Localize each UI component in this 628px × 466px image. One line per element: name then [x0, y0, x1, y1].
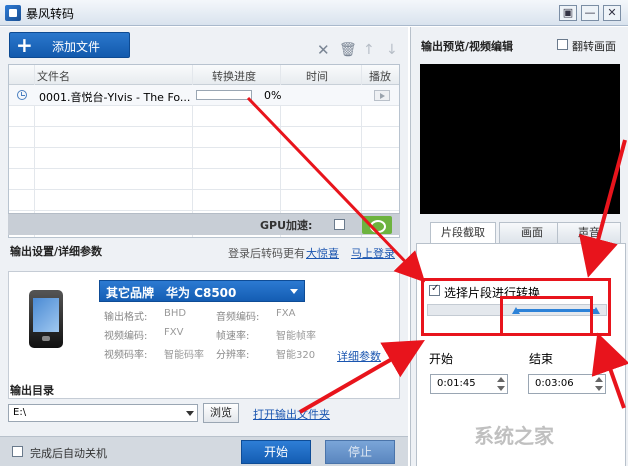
output-dir-title: 输出目录	[10, 384, 54, 397]
clock-icon	[17, 90, 27, 100]
restore-button[interactable]: ▣	[559, 5, 577, 21]
spin-up-icon[interactable]	[497, 377, 505, 382]
gpu-checkbox[interactable]	[334, 219, 345, 230]
file-name: 0001.音悦台-Ylvis - The Fo...	[39, 91, 191, 104]
param-label: 音频编码:	[216, 312, 260, 323]
start-time-label: 开始	[429, 352, 454, 366]
flip-checkbox[interactable]	[557, 39, 568, 50]
file-list: 文件名 转换进度 时间 播放 0001.音悦台-Ylvis - The Fo..…	[8, 64, 400, 238]
down-arrow-icon[interactable]: ↓	[386, 42, 398, 58]
stop-button[interactable]: 停止	[325, 440, 395, 464]
end-time-label: 结束	[529, 352, 554, 366]
preview-title: 输出预览/视频编辑	[421, 40, 514, 53]
tab-picture[interactable]: 画面	[499, 222, 565, 244]
end-time-value: 0:03:06	[535, 378, 574, 389]
param-label: 帧速率:	[216, 331, 250, 342]
preset-brand: 其它品牌	[106, 286, 155, 300]
table-row	[9, 190, 399, 211]
watermark: 系统之家	[474, 424, 554, 448]
surprise-link[interactable]: 大惊喜	[306, 245, 339, 261]
col-play[interactable]: 播放	[369, 68, 391, 84]
app-logo-icon	[5, 5, 21, 21]
shutdown-label: 完成后自动关机	[30, 447, 107, 460]
table-row	[9, 127, 399, 148]
phone-icon	[29, 290, 63, 348]
nvidia-icon	[362, 216, 392, 234]
output-preset-box: 其它品牌 华为 C8500 输出格式: BHD 音频编码: FXA 视频编码: …	[8, 271, 400, 399]
param-label: 视频编码:	[104, 331, 148, 342]
browse-button[interactable]: 浏览	[203, 403, 239, 423]
minimize-button[interactable]: —	[581, 5, 599, 21]
col-time[interactable]: 时间	[306, 68, 328, 84]
spin-down-icon[interactable]	[595, 386, 603, 391]
footer-bar: 完成后自动关机 开始 停止	[0, 436, 408, 466]
param-value: 智能码率	[164, 350, 204, 361]
gpu-label: GPU加速:	[260, 219, 313, 232]
progress-text: 0%	[264, 89, 282, 102]
table-row	[9, 106, 399, 127]
end-time-input[interactable]: 0:03:06	[528, 374, 606, 394]
login-hint: 登录后转码更有	[228, 247, 305, 260]
start-time-input[interactable]: 0:01:45	[430, 374, 508, 394]
device-preset-select[interactable]: 其它品牌 华为 C8500	[99, 280, 305, 302]
gpu-bar: GPU加速:	[8, 213, 400, 235]
output-settings-title: 输出设置/详细参数	[10, 245, 103, 258]
preset-model: 华为 C8500	[166, 286, 237, 300]
param-label: 输出格式:	[104, 312, 148, 323]
title-bar: 暴风转码 ▣ — ✕	[0, 0, 628, 26]
chevron-down-icon	[290, 289, 298, 294]
output-dir-select[interactable]: E:\	[8, 404, 198, 422]
file-list-header: 文件名 转换进度 时间 播放	[9, 65, 399, 85]
right-panel: 输出预览/视频编辑 翻转画面 片段截取 画面 声音 ✓ 选择片段进行转换 开始 …	[410, 27, 628, 466]
plus-icon: +	[16, 33, 33, 57]
col-progress[interactable]: 转换进度	[212, 68, 256, 84]
trash-icon[interactable]: 🗑	[339, 42, 357, 58]
flip-label: 翻转画面	[572, 40, 616, 53]
chevron-down-icon	[186, 411, 194, 416]
login-link[interactable]: 马上登录	[351, 245, 395, 261]
close-window-button[interactable]: ✕	[603, 5, 621, 21]
table-row	[9, 169, 399, 190]
window-title: 暴风转码	[26, 7, 75, 21]
tab-audio[interactable]: 声音	[557, 222, 621, 244]
param-value: FXV	[164, 327, 184, 338]
annotation-box	[500, 296, 593, 336]
up-arrow-icon[interactable]: ↑	[363, 42, 375, 58]
add-file-label: 添加文件	[52, 40, 101, 54]
edit-tabs: 片段截取 画面 声音	[416, 222, 626, 244]
tab-clip[interactable]: 片段截取	[430, 222, 496, 244]
start-button[interactable]: 开始	[241, 440, 311, 464]
param-value: 智能帧率	[276, 331, 316, 342]
left-panel: + 添加文件 ✕ 🗑 ↑ ↓ 文件名 转换进度 时间 播放 0001.音悦台-Y…	[0, 27, 408, 466]
detail-params-link[interactable]: 详细参数	[337, 348, 381, 364]
shutdown-checkbox[interactable]	[12, 446, 23, 457]
param-value: 智能320	[276, 350, 316, 361]
add-file-button[interactable]: + 添加文件	[9, 32, 130, 58]
close-icon[interactable]: ✕	[317, 41, 330, 59]
table-row[interactable]: 0001.音悦台-Ylvis - The Fo... 0%	[9, 85, 399, 106]
start-time-value: 0:01:45	[437, 378, 476, 389]
param-label: 视频码率:	[104, 350, 148, 361]
col-filename[interactable]: 文件名	[37, 68, 70, 84]
progress-bar	[196, 90, 252, 100]
open-folder-link[interactable]: 打开输出文件夹	[253, 406, 330, 422]
spin-up-icon[interactable]	[595, 377, 603, 382]
param-label: 分辨率:	[216, 350, 250, 361]
play-icon[interactable]	[374, 90, 390, 101]
param-value: BHD	[164, 308, 187, 319]
spin-down-icon[interactable]	[497, 386, 505, 391]
param-value: FXA	[276, 308, 296, 319]
video-preview	[420, 64, 620, 214]
output-dir-value: E:\	[13, 407, 27, 418]
table-row	[9, 148, 399, 169]
